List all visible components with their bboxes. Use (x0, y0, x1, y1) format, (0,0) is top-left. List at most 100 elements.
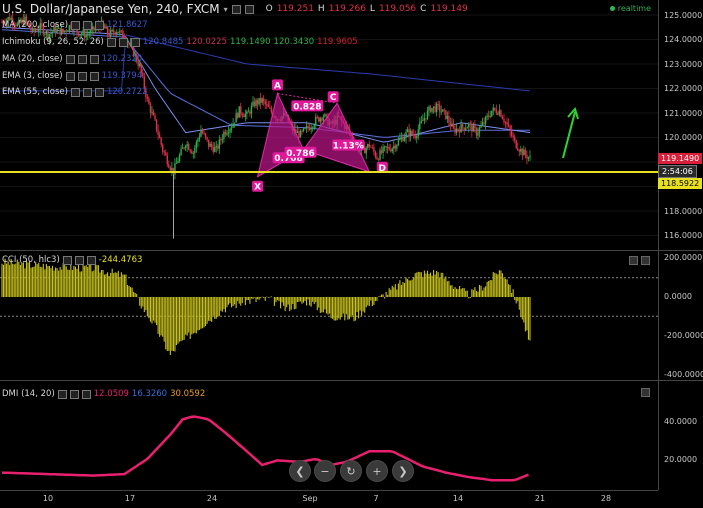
dmi-legend[interactable]: DMI (14, 20) 12.0509 16.3260 30.0592 (2, 388, 205, 400)
visibility-icon[interactable] (82, 87, 92, 97)
settings-icon[interactable] (106, 37, 116, 47)
candle-body (483, 122, 485, 124)
zoom-in-button[interactable]: + (366, 460, 388, 482)
scroll-forward-button[interactable]: ❯ (392, 460, 414, 482)
settings-icon[interactable] (62, 255, 72, 265)
cci-value: -244.4763 (98, 255, 143, 265)
candle-body (181, 147, 184, 149)
candle-body (515, 140, 517, 148)
candle-body (443, 109, 445, 111)
ohlc-open-value: 119.251 (276, 4, 314, 14)
candle-body (397, 140, 400, 146)
header-visibility-icon[interactable] (244, 4, 254, 14)
candle-body (192, 152, 195, 154)
dmi-tick: 20.0000 (664, 455, 698, 464)
candle-body (230, 127, 233, 129)
candle-body (487, 115, 490, 117)
ohlc-low-label: L (369, 4, 375, 14)
visibility-icon[interactable] (69, 389, 79, 399)
close-icon[interactable] (95, 20, 105, 30)
price-tick: 121.0000 (664, 109, 703, 118)
cci-axis[interactable] (658, 251, 659, 380)
visibility-icon[interactable] (77, 71, 87, 81)
close-icon[interactable] (89, 54, 99, 64)
candle-body (198, 136, 201, 140)
dmi-label: DMI (14, 20) (2, 389, 55, 399)
candle-body (509, 125, 511, 131)
close-icon[interactable] (89, 71, 99, 81)
last-price-tag: 119.1490 (658, 153, 703, 164)
candle-body (117, 31, 120, 33)
indicator-ema55[interactable]: EMA (55, close) 120.2722 (2, 86, 148, 98)
indicator-label: Ichimoku (9, 26, 52, 26) (2, 37, 104, 47)
cci-chart[interactable] (0, 251, 658, 380)
settings-icon[interactable] (57, 389, 67, 399)
indicator-ema3[interactable]: EMA (3, close) 119.3794 (2, 70, 142, 82)
header-settings-icon[interactable] (231, 4, 241, 14)
visibility-icon[interactable] (77, 54, 87, 64)
visibility-icon[interactable] (83, 20, 93, 30)
cci-legend[interactable]: CCI (50, hlc3) -244.4763 (2, 254, 142, 266)
candle-body (148, 98, 150, 105)
cci-tick: 200.0000 (664, 253, 703, 262)
dmi-value-adx: 12.0509 (93, 389, 129, 399)
candle-body (495, 109, 498, 114)
candle-body (403, 137, 406, 142)
candle-body (365, 148, 367, 154)
pane-down-icon[interactable] (641, 256, 650, 265)
indicator-ma200[interactable]: MA (200, close) 121.8627 (2, 19, 148, 31)
dmi-axis[interactable] (658, 381, 659, 490)
settings-icon[interactable] (70, 87, 80, 97)
indicator-ichimoku[interactable]: Ichimoku (9, 26, 52, 26) 120.8485 120.02… (2, 36, 358, 48)
pattern-ratio-ab: 0.828 (293, 102, 321, 112)
candle-body (426, 110, 429, 120)
candle-body (180, 148, 182, 156)
candle-body (247, 111, 250, 113)
indicator-ma20[interactable]: MA (20, close) 120.2320 (2, 53, 142, 65)
reset-zoom-button[interactable]: ↻ (340, 460, 362, 482)
candle-body (220, 139, 222, 141)
candle-body (207, 139, 210, 147)
settings-icon[interactable] (65, 71, 75, 81)
zoom-out-button[interactable]: − (314, 460, 336, 482)
pane-up-icon[interactable] (641, 388, 650, 397)
up-arrow-annotation (562, 106, 579, 159)
candle-body (319, 118, 322, 122)
candle-body (88, 33, 90, 35)
candle-body (454, 128, 456, 133)
candle-body (80, 33, 83, 35)
close-icon[interactable] (130, 37, 140, 47)
candle-body (321, 118, 323, 121)
chart-title[interactable]: U.S. Dollar/Japanese Yen, 240, FXCM (2, 2, 220, 16)
time-axis[interactable] (0, 491, 703, 508)
indicator-value: 119.9605 (317, 37, 358, 47)
candle-body (235, 113, 237, 123)
candle-body (503, 119, 505, 123)
visibility-icon[interactable] (74, 255, 84, 265)
candle-body (391, 148, 393, 152)
close-icon[interactable] (81, 389, 91, 399)
scroll-back-button[interactable]: ❮ (289, 460, 311, 482)
chevron-left-icon: ❮ (295, 464, 305, 478)
candle-body (302, 128, 305, 132)
candle-body (475, 128, 478, 136)
visibility-icon[interactable] (118, 37, 128, 47)
candle-body (157, 130, 159, 135)
settings-icon[interactable] (71, 20, 81, 30)
candle-body (435, 103, 438, 112)
candle-body (484, 116, 487, 124)
candle-body (184, 146, 187, 149)
candle-body (165, 152, 167, 156)
title-dropdown-icon[interactable]: ▾ (224, 5, 228, 14)
candle-body (428, 106, 430, 111)
settings-icon[interactable] (65, 54, 75, 64)
pattern-ratio-cd: 1.13% (333, 142, 364, 152)
candle-body (449, 122, 452, 127)
time-tick: 10 (42, 494, 54, 503)
ohlc-low-value: 119.056 (378, 4, 417, 14)
pane-up-icon[interactable] (629, 256, 638, 265)
candle-body (377, 159, 380, 160)
close-icon[interactable] (86, 255, 96, 265)
candle-body (417, 129, 419, 137)
close-icon[interactable] (94, 87, 104, 97)
